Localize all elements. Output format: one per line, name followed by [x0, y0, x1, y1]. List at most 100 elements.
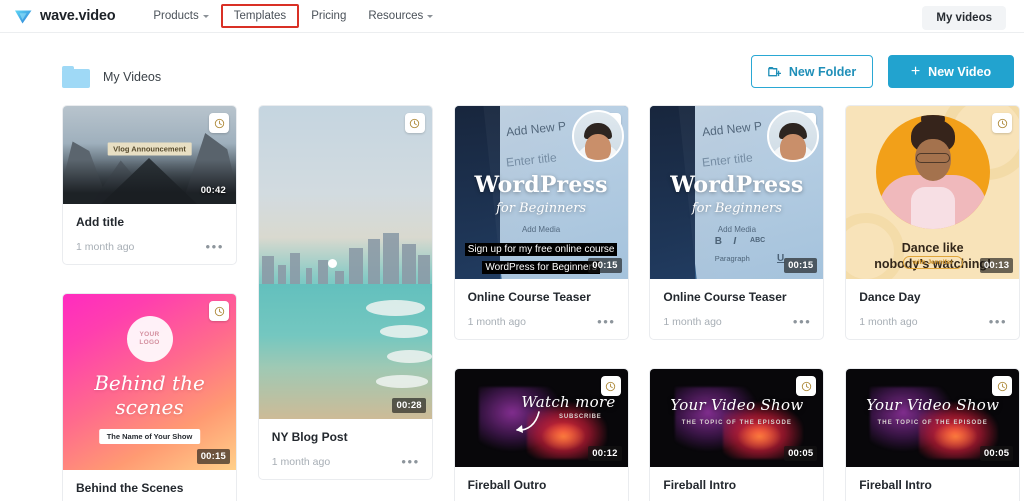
wp-tool-italic: I [733, 236, 737, 248]
clock-icon[interactable] [404, 113, 425, 133]
video-title: Add title [76, 215, 124, 229]
folder-plus-icon [767, 66, 782, 77]
clock-icon[interactable] [209, 301, 229, 321]
new-video-label: New Video [928, 64, 992, 79]
video-duration: 00:05 [784, 446, 818, 461]
clock-icon[interactable] [209, 113, 229, 133]
clock-icon[interactable] [992, 376, 1013, 396]
clock-icon[interactable] [992, 113, 1013, 133]
video-duration: 00:05 [979, 446, 1014, 461]
nav-item-resources[interactable]: Resources [358, 5, 443, 27]
video-title: Behind the Scenes [76, 481, 184, 495]
more-options-icon[interactable]: ••• [206, 240, 224, 253]
video-card[interactable]: Add New P Enter title B I ABC Paragraph … [649, 105, 825, 340]
wp-add-media-text: Add Media [521, 225, 561, 235]
dance-line-1: Dance like [901, 241, 964, 255]
avatar [571, 110, 624, 162]
video-thumbnail[interactable]: YOUR LOGO Behind the scenes The Name of … [63, 294, 236, 470]
thumbnail-subtitle: THE TOPIC OF THE EPISODE [877, 419, 988, 426]
curved-arrow-icon [516, 411, 541, 434]
nav-label-pricing: Pricing [311, 10, 347, 22]
video-thumbnail[interactable]: Your Video Show THE TOPIC OF THE EPISODE… [846, 369, 1020, 467]
video-meta: Dance Day 1 month ago ••• [846, 279, 1019, 339]
wp-tool-paragraph: Paragraph [714, 253, 750, 263]
wp-subheading: for Beginners [496, 201, 587, 217]
video-card[interactable]: Your Video Show THE TOPIC OF THE EPISODE… [649, 368, 825, 501]
new-folder-button[interactable]: New Folder [751, 55, 873, 88]
video-thumbnail[interactable]: Dance like nobody’s watching! with Jenni… [846, 106, 1020, 279]
video-thumbnail[interactable]: Your Video Show THE TOPIC OF THE EPISODE… [650, 369, 824, 467]
top-navigation-bar: wave.video Products Templates Pricing Re… [0, 0, 1024, 33]
video-meta: Online Course Teaser 1 month ago ••• [650, 279, 823, 339]
wp-heading: WordPress [670, 171, 804, 198]
video-duration: 00:12 [588, 446, 622, 461]
video-date: 1 month ago [859, 316, 918, 328]
wp-tool-bold: B [714, 236, 722, 248]
nav-item-pricing[interactable]: Pricing [301, 5, 356, 27]
video-title: NY Blog Post [271, 430, 348, 444]
video-thumbnail[interactable]: Vlog Announcement 00:42 [63, 106, 236, 204]
video-meta: Fireball Outro 1 month ago ••• [455, 467, 628, 501]
plus-icon: + [910, 62, 921, 80]
breadcrumb-my-videos[interactable]: My Videos [62, 66, 161, 88]
video-thumbnail[interactable]: Add New P Enter title B I ABC Paragraph … [650, 106, 824, 279]
toolbar-actions: New Folder + New Video [751, 55, 1014, 88]
video-title: Online Course Teaser [663, 290, 787, 304]
video-grid: Vlog Announcement 00:42 Add title 1 mont… [62, 105, 1022, 501]
video-meta: Behind the Scenes 1 month ago ••• [63, 470, 236, 501]
more-options-icon[interactable]: ••• [597, 315, 615, 328]
video-date: 1 month ago [76, 241, 135, 253]
thumbnail-logo-placeholder: YOUR LOGO [126, 316, 173, 362]
logo-line-1: YOUR [139, 330, 160, 338]
content-toolbar: My Videos New Folder + New Video [0, 33, 1024, 97]
video-thumbnail[interactable]: 00:28 [258, 106, 432, 419]
logo-line-2: LOGO [139, 339, 160, 346]
nav-label-templates: Templates [233, 10, 287, 22]
more-options-icon[interactable]: ••• [989, 315, 1007, 328]
thumbnail-script-title: Your Video Show [670, 396, 804, 415]
wp-add-media-text: Add Media [717, 225, 757, 235]
video-duration: 00:15 [784, 258, 818, 273]
thumbnail-script-title: Behind the scenes [94, 371, 205, 420]
video-card[interactable]: Dance like nobody’s watching! with Jenni… [845, 105, 1021, 340]
clock-icon[interactable] [796, 376, 817, 396]
clock-icon[interactable] [600, 376, 621, 396]
thumbnail-script-title: Your Video Show [866, 396, 1000, 415]
video-card[interactable]: Vlog Announcement 00:42 Add title 1 mont… [62, 105, 237, 265]
my-videos-button[interactable]: My videos [922, 6, 1006, 30]
nav-item-templates[interactable]: Templates [220, 4, 300, 28]
more-options-icon[interactable]: ••• [401, 455, 419, 468]
wp-heading: WordPress [474, 171, 608, 198]
video-duration: 00:28 [392, 398, 426, 413]
wave-video-logo-icon [14, 7, 33, 26]
video-meta: Fireball Intro 2 months ago ••• [846, 467, 1019, 501]
thumbnail-show-chip: The Name of Your Show [98, 429, 201, 444]
video-card[interactable]: YOUR LOGO Behind the scenes The Name of … [62, 293, 237, 501]
main-nav: Products Templates Pricing Resources [143, 4, 443, 28]
wp-tool-strike: ABC [750, 237, 766, 245]
nav-label-products: Products [153, 10, 199, 22]
folder-label: My Videos [103, 70, 162, 84]
video-title: Dance Day [859, 290, 921, 304]
video-duration: 00:15 [588, 258, 622, 273]
video-card[interactable]: Watch more SUBSCRIBE 00:12 Fireball Outr… [453, 368, 629, 501]
folder-icon [62, 66, 90, 88]
chevron-down-icon [202, 15, 209, 18]
nav-item-products[interactable]: Products [143, 5, 218, 27]
new-folder-label: New Folder [788, 64, 857, 79]
video-thumbnail[interactable]: Watch more SUBSCRIBE 00:12 [454, 369, 628, 467]
brand-logo[interactable]: wave.video [14, 7, 116, 26]
video-card[interactable]: 00:28 NY Blog Post 1 month ago ••• [257, 105, 433, 480]
video-title: Fireball Intro [859, 478, 932, 492]
video-date: 1 month ago [271, 456, 331, 468]
more-options-icon[interactable]: ••• [793, 315, 811, 328]
video-card[interactable]: Your Video Show THE TOPIC OF THE EPISODE… [845, 368, 1021, 501]
video-date: 1 month ago [663, 316, 722, 328]
video-meta: NY Blog Post 1 month ago ••• [259, 419, 432, 479]
thumbnail-overlay-text: Vlog Announcement [107, 142, 192, 156]
video-thumbnail[interactable]: Add New P Enter title WordPress for Begi… [454, 106, 628, 279]
new-video-button[interactable]: + New Video [888, 55, 1014, 88]
video-card[interactable]: Add New P Enter title WordPress for Begi… [453, 105, 629, 340]
wp-subheading: for Beginners [691, 201, 782, 217]
thumbnail-subtitle: THE TOPIC OF THE EPISODE [681, 419, 793, 426]
